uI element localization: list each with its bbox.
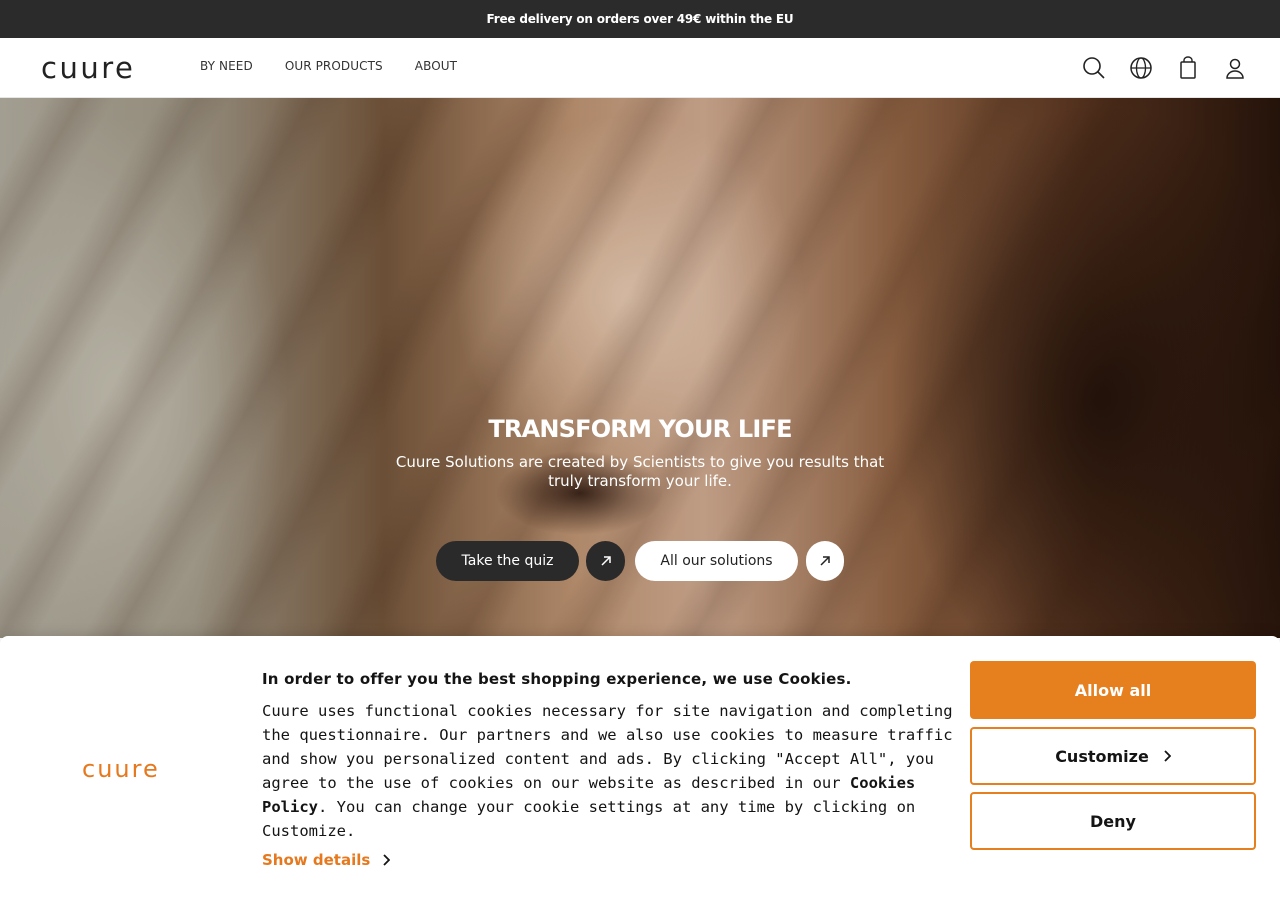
nav-by-need[interactable]: BY NEED	[200, 59, 253, 73]
cookie-logo: cuure	[82, 755, 160, 783]
cookie-text: Cuure uses functional cookies necessary …	[262, 699, 954, 843]
bag-icon[interactable]	[1175, 55, 1201, 81]
cookie-banner: cuure In order to offer you the best sho…	[0, 636, 1280, 900]
customize-button[interactable]: Customize	[970, 727, 1256, 785]
all-solutions-button[interactable]: All our solutions	[635, 541, 798, 581]
announcement-bar: Free delivery on orders over 49€ within …	[0, 0, 1280, 38]
cookie-text-after: . You can change your cookie settings at…	[262, 798, 916, 840]
cookie-title: In order to offer you the best shopping …	[262, 670, 852, 688]
take-quiz-button[interactable]: Take the quiz	[436, 541, 579, 581]
announcement-text: Free delivery on orders over 49€ within …	[486, 12, 794, 26]
chevron-right-icon	[1164, 750, 1171, 762]
nav-our-products[interactable]: OUR PRODUCTS	[285, 59, 383, 73]
solutions-arrow-button[interactable]	[806, 541, 844, 581]
hero-subtitle: Cuure Solutions are created by Scientist…	[395, 453, 885, 490]
arrow-up-right-icon	[600, 556, 611, 566]
customize-label: Customize	[1055, 746, 1149, 766]
nav-about[interactable]: ABOUT	[415, 59, 457, 73]
hero-title: TRANSFORM YOUR LIFE	[488, 415, 792, 443]
site-header: cuure BY NEED OUR PRODUCTS ABOUT	[0, 38, 1280, 98]
globe-icon[interactable]	[1128, 55, 1154, 81]
show-details-label: Show details	[262, 851, 371, 869]
chevron-right-icon	[383, 854, 391, 866]
user-icon[interactable]	[1222, 55, 1248, 81]
header-icons	[1081, 55, 1248, 81]
hero-banner: TRANSFORM YOUR LIFE Cuure Solutions are …	[0, 98, 1280, 638]
main-nav: BY NEED OUR PRODUCTS ABOUT	[200, 59, 457, 73]
allow-all-button[interactable]: Allow all	[970, 661, 1256, 719]
quiz-arrow-button[interactable]	[586, 541, 625, 581]
logo[interactable]: cuure	[41, 51, 135, 85]
arrow-up-right-icon	[820, 556, 830, 566]
hero-content: TRANSFORM YOUR LIFE Cuure Solutions are …	[0, 98, 1280, 638]
show-details-link[interactable]: Show details	[262, 851, 391, 869]
search-icon[interactable]	[1081, 55, 1107, 81]
deny-button[interactable]: Deny	[970, 792, 1256, 850]
